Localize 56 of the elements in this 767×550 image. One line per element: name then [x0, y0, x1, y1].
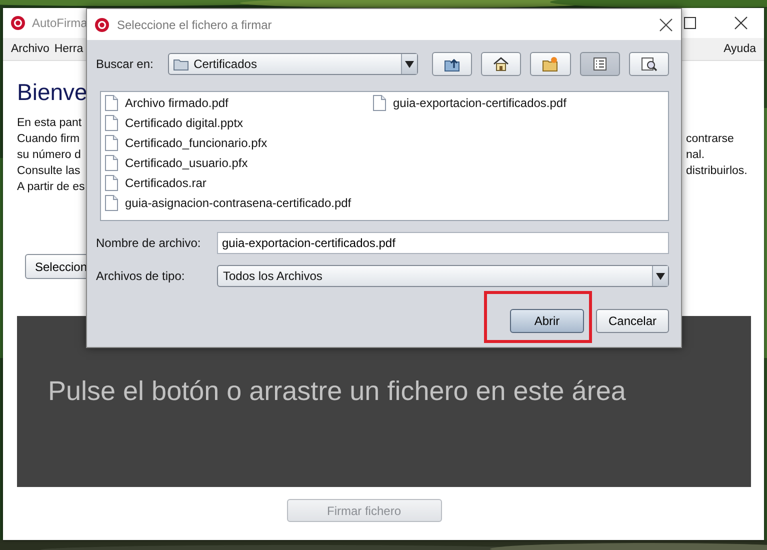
file-icon [105, 95, 118, 111]
file-name[interactable]: Certificados.rar [125, 176, 206, 190]
folder-icon [172, 57, 189, 71]
select-file-button[interactable]: Seleccion [25, 254, 89, 279]
home-icon [492, 55, 510, 73]
maximize-icon [683, 16, 697, 30]
caret-icon [656, 272, 665, 280]
file-name[interactable]: Archivo firmado.pdf [125, 96, 228, 110]
close-icon [734, 16, 748, 30]
heading: Bienve [17, 79, 88, 107]
toolbar-button[interactable] [432, 52, 472, 76]
intro-text: Consulte las [17, 165, 82, 179]
intro-text: distribuirlos. [686, 165, 748, 179]
dialog-button[interactable]: Cancelar [596, 309, 669, 333]
field-label: Archivos de tipo: [96, 268, 186, 282]
file-icon [105, 155, 118, 171]
file-name[interactable]: guia-asignacion-contrasena-certificado.pdf [125, 196, 352, 210]
drop-area-hint: Pulse el botón o arrastre un fichero en este área [48, 376, 626, 407]
menu-item[interactable]: Ayuda [724, 43, 756, 55]
file-name-field[interactable]: guia-exportacion-certificados.pdf [217, 232, 669, 254]
intro-text: A partir de es [17, 181, 86, 195]
file-icon [373, 95, 386, 111]
field-label: Buscar en: [96, 57, 154, 71]
field-label: Nombre de archivo: [96, 236, 202, 250]
folder-dropdown[interactable]: Certificados [168, 53, 418, 75]
dialog-title: Seleccione el fichero a firmar [117, 18, 272, 32]
menu-item[interactable]: Herra [54, 43, 84, 55]
file-name[interactable]: Certificado_funcionario.pfx [125, 136, 268, 150]
toolbar-button[interactable] [481, 52, 522, 76]
dropdown-value: Certificados [194, 57, 257, 71]
file-icon [105, 175, 118, 191]
dialog-button[interactable]: Abrir [510, 309, 584, 333]
toolbar-button[interactable] [580, 52, 620, 76]
new-folder-icon [541, 55, 560, 73]
file-name[interactable]: Certificado digital.pptx [125, 116, 244, 130]
intro-text: En esta pant [17, 117, 83, 131]
file-name[interactable]: Certificado_usuario.pfx [125, 156, 248, 170]
menu-item[interactable]: Archivo [11, 43, 50, 55]
app-logo-icon [11, 16, 25, 30]
dropdown-value: Todos los Archivos [223, 268, 322, 282]
list-view-icon [590, 55, 609, 73]
magnifier-icon [640, 55, 658, 73]
app-logo-icon [95, 18, 109, 32]
file-icon [105, 115, 118, 131]
toolbar-button[interactable] [628, 52, 670, 76]
toolbar-button[interactable] [530, 52, 571, 76]
intro-text: nal. [686, 149, 706, 163]
file-name[interactable]: guia-exportacion-certificados.pdf [393, 96, 566, 110]
close-icon [659, 18, 673, 32]
window-title: AutoFirma [32, 16, 88, 30]
intro-text: Cuando firm [17, 133, 81, 147]
intro-text: su número d [17, 149, 82, 163]
file-icon [105, 135, 118, 151]
intro-text: contrarse [686, 133, 735, 147]
file-type-dropdown[interactable]: Todos los Archivos [217, 264, 669, 286]
file-icon [105, 195, 118, 211]
